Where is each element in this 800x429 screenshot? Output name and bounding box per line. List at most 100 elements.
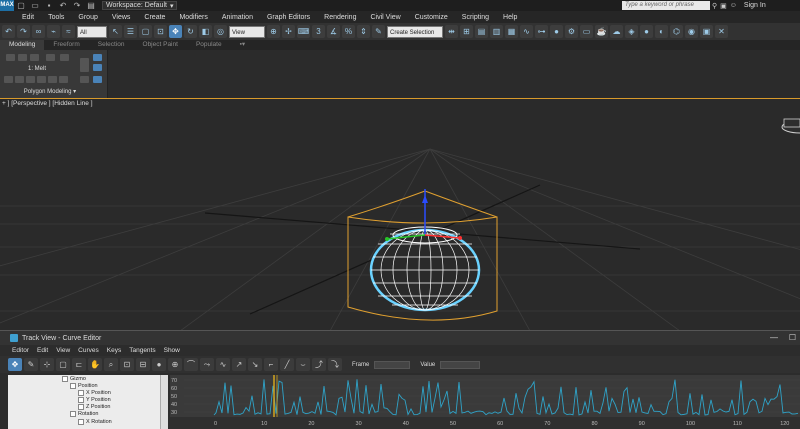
tab-freeform[interactable]: Freeform [44,40,88,50]
ce-menu-tangents[interactable]: Tangents [125,347,159,354]
zoom-region-icon[interactable]: ⊡ [120,358,134,371]
bind-space-warp-icon[interactable]: ≈ [62,25,75,38]
reference-coordinate-dropdown[interactable]: View [229,25,265,38]
ce-menu-editor[interactable]: Editor [8,347,33,354]
value-field[interactable] [440,360,481,369]
new-file-icon[interactable]: ▢ [16,1,26,10]
schematic-view-icon[interactable]: ⊶ [535,25,548,38]
menu-graph-editors[interactable]: Graph Editors [260,14,317,21]
tree-item-z-position[interactable]: Z Position [78,404,110,410]
create-geometry-icon[interactable]: ● [640,25,653,38]
select-move-icon[interactable]: ✥ [169,25,182,38]
teapot-object[interactable] [781,118,800,134]
tangent-linear-icon[interactable]: ╱ [280,358,294,371]
rectangular-selection-icon[interactable]: ▢ [139,25,152,38]
utilities-panel-icon[interactable]: ✕ [715,25,728,38]
curve-editor-icon[interactable]: ∿ [520,25,533,38]
ribbon-options-icon[interactable]: ▪▾ [231,40,255,50]
tangent-auto-icon[interactable]: ⤳ [200,358,214,371]
ribbon-tool-button[interactable] [6,54,15,61]
workspace-dropdown[interactable]: Workspace: Default ▾ [102,1,178,10]
tangent-slow-icon[interactable]: ↘ [248,358,262,371]
panel-label[interactable]: Polygon Modeling ▾ [0,88,100,95]
pan-icon[interactable]: ✋ [88,358,102,371]
tree-item-gizmo[interactable]: Gizmo [62,376,86,382]
redo-icon[interactable]: ↷ [72,1,82,10]
region-tool-icon[interactable]: ▢ [56,358,70,371]
ce-menu-keys[interactable]: Keys [103,347,125,354]
maximize-icon[interactable]: ☐ [789,333,796,342]
spinner-snap-icon[interactable]: ⇕ [357,25,370,38]
align-icon[interactable]: ⊞ [460,25,473,38]
tree-item-rotation[interactable]: Rotation [70,411,99,417]
tangent-step-icon[interactable]: ⌐ [264,358,278,371]
tab-modeling[interactable]: Modeling [0,40,45,50]
expand-icon[interactable] [62,376,68,382]
ribbon-tool-button[interactable] [60,54,69,61]
mirror-icon[interactable]: ⇹ [445,25,458,38]
add-key-icon[interactable]: ⊕ [168,358,182,371]
material-editor-icon[interactable]: ● [550,25,563,38]
motion-panel-icon[interactable]: ◉ [685,25,698,38]
ribbon-tool-button[interactable] [46,54,55,61]
menu-help[interactable]: Help [496,14,524,21]
named-selection-dropdown[interactable]: Create Selection Se [387,25,443,48]
menu-animation[interactable]: Animation [215,14,260,21]
display-panel-icon[interactable]: ▣ [700,25,713,38]
animation-curve[interactable] [213,379,799,416]
ce-menu-edit[interactable]: Edit [33,347,52,354]
select-by-name-icon[interactable]: ☰ [124,25,137,38]
minimize-icon[interactable]: — [770,333,778,342]
redo-icon[interactable]: ↷ [17,25,30,38]
link-icon[interactable]: ∞ [32,25,45,38]
ribbon-tool-button[interactable] [15,76,24,83]
menu-tools[interactable]: Tools [41,14,71,21]
ribbon-tool-button[interactable] [80,58,89,72]
ribbon-tool-button[interactable] [18,54,27,61]
menu-create[interactable]: Create [137,14,172,21]
angle-snap-icon[interactable]: ∡ [327,25,340,38]
expand-icon[interactable] [70,383,76,389]
hierarchy-panel-icon[interactable]: ⌬ [670,25,683,38]
curve-graph[interactable]: 70 60 50 40 30 0 10 20 30 40 50 60 70 80 90 100 110 120 [170,375,800,429]
keyboard-shortcut-override-icon[interactable]: ⌨ [297,25,310,38]
cart-icon[interactable]: ▣ [720,2,727,10]
frame-field[interactable] [374,360,411,369]
selection-filter-dropdown[interactable]: All [77,25,107,38]
snaps-toggle-icon[interactable]: 3 [312,25,325,38]
toggle-layer-explorer-icon[interactable]: ▥ [490,25,503,38]
menu-rendering[interactable]: Rendering [317,14,363,21]
tab-object-paint[interactable]: Object Paint [134,40,187,50]
viewport-label[interactable]: + ] [Perspective ] [Hidden Line ] [2,100,93,107]
window-crossing-icon[interactable]: ⊡ [154,25,167,38]
rendered-frame-window-icon[interactable]: ▭ [580,25,593,38]
frame-horizontal-icon[interactable]: ⊟ [136,358,150,371]
select-rotate-icon[interactable]: ↻ [184,25,197,38]
ribbon-tool-button[interactable] [93,76,102,83]
tangent-smooth-icon[interactable]: ⌣ [296,358,310,371]
tree-item-x-rotation[interactable]: X Rotation [78,419,112,425]
percent-snap-icon[interactable]: % [342,25,355,38]
undo-icon[interactable]: ↶ [2,25,15,38]
insert-keys-icon[interactable]: ⊹ [40,358,54,371]
project-folder-icon[interactable]: ▤ [86,1,96,10]
app-logo-icon[interactable]: MAX [0,0,14,11]
ce-menu-curves[interactable]: Curves [74,347,103,354]
undo-icon[interactable]: ↶ [58,1,68,10]
menu-modifiers[interactable]: Modifiers [172,14,214,21]
menu-civil-view[interactable]: Civil View [363,14,407,21]
unlink-icon[interactable]: ⌁ [47,25,60,38]
menu-views[interactable]: Views [105,14,138,21]
retimer-icon[interactable]: ⊏ [72,358,86,371]
toggle-scene-explorer-icon[interactable]: ▤ [475,25,488,38]
placement-icon[interactable]: ◎ [214,25,227,38]
select-object-icon[interactable]: ↖ [109,25,122,38]
save-icon[interactable]: ▪ [44,1,54,10]
menu-scripting[interactable]: Scripting [455,14,496,21]
ce-menu-view[interactable]: View [52,347,74,354]
expand-icon[interactable] [70,411,76,417]
ribbon-tool-button[interactable] [37,76,46,83]
ribbon-tool-button[interactable] [4,76,13,83]
tab-populate[interactable]: Populate [187,40,231,50]
tree-item-position[interactable]: Position [70,383,98,389]
